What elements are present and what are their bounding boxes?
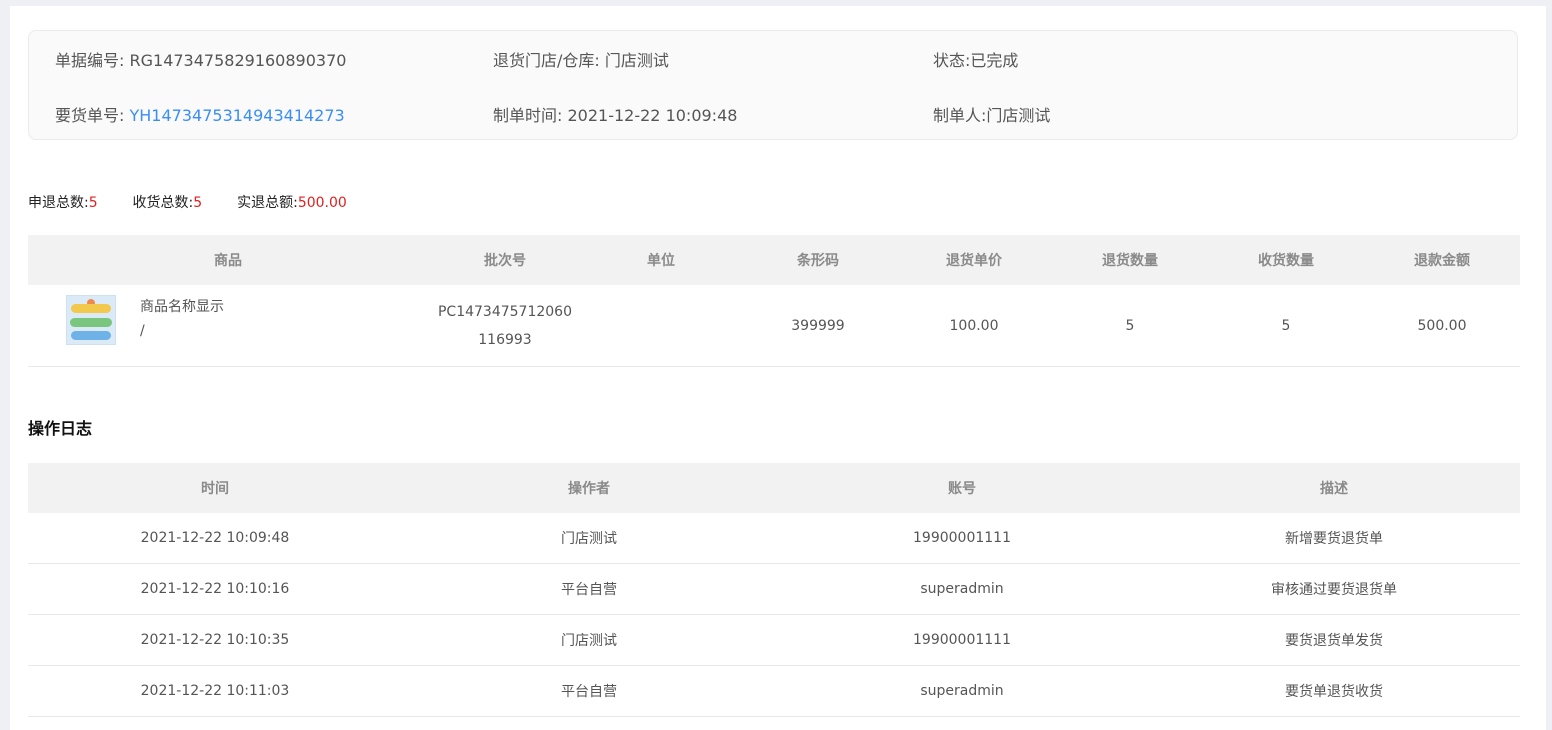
return-store: 退货门店/仓库: 门店测试: [493, 47, 669, 71]
refund-cell: 500.00: [1364, 285, 1520, 367]
log-description: 新增要货退货单: [1148, 513, 1520, 564]
totals-summary: 申退总数:5 收货总数:5 实退总额:500.00: [28, 192, 347, 212]
log-description: 要货单退货收货: [1148, 665, 1520, 717]
amount-total-label: 实退总额:: [237, 195, 298, 211]
apply-total-label: 申退总数:: [28, 195, 89, 211]
table-row: 2021-12-22 10:11:03 平台自营 superadmin 要货单退…: [28, 665, 1520, 717]
create-time-label: 制单时间:: [493, 106, 563, 125]
creator-value: 门店测试: [986, 106, 1051, 125]
table-row: 2021-12-22 10:10:16 平台自营 superadmin 审核通过…: [28, 563, 1520, 615]
product-spec: /: [140, 323, 145, 339]
price-cell: 100.00: [896, 285, 1052, 367]
log-operator: 门店测试: [402, 614, 776, 666]
doc-number: 单据编号: RG1473475829160890370: [55, 47, 346, 71]
batch-number-line1: PC1473475712060: [437, 303, 572, 320]
batch-cell: PC1473475712060 116993: [428, 285, 582, 367]
col-header-barcode: 条形码: [740, 235, 896, 285]
log-time: 2021-12-22 10:09:48: [28, 513, 402, 564]
table-row: 2021-12-22 10:10:35 门店测试 19900001111 要货退…: [28, 614, 1520, 666]
col-header-time: 时间: [28, 463, 402, 513]
log-operator: 门店测试: [402, 513, 776, 564]
creator-label: 制单人:: [933, 106, 987, 125]
log-account: 19900001111: [776, 513, 1148, 564]
unit-cell: [582, 285, 740, 367]
received-qty-cell: 5: [1208, 285, 1364, 367]
order-number-label: 要货单号:: [55, 106, 125, 125]
doc-number-value: RG1473475829160890370: [129, 51, 347, 70]
table-row: 商品名称显示 / PC1473475712060 116993 399999 1…: [28, 285, 1520, 367]
received-total-label: 收货总数:: [132, 195, 194, 211]
goods-table: 商品 批次号 单位 条形码 退货单价 退货数量 收货数量 退款金额 商品名称显示: [28, 235, 1520, 367]
barcode-cell: 399999: [740, 285, 896, 367]
creator: 制单人:门店测试: [933, 102, 1050, 126]
operation-log-title: 操作日志: [28, 419, 93, 438]
batch-number-line2: 116993: [478, 331, 532, 348]
amount-total-value: 500.00: [297, 195, 347, 211]
received-total-value: 5: [193, 195, 203, 211]
col-header-unit: 单位: [582, 235, 740, 285]
order-number: 要货单号: YH1473475314943414273: [55, 102, 345, 126]
log-time: 2021-12-22 10:10:35: [28, 614, 402, 666]
status-label: 状态:: [933, 51, 971, 70]
col-header-description: 描述: [1148, 463, 1520, 513]
col-header-price: 退货单价: [896, 235, 1052, 285]
return-store-value: 门店测试: [604, 51, 669, 70]
log-operator: 平台自营: [402, 563, 776, 615]
col-header-account: 账号: [776, 463, 1148, 513]
order-info-panel: 单据编号: RG1473475829160890370 退货门店/仓库: 门店测…: [28, 30, 1518, 140]
log-time: 2021-12-22 10:11:03: [28, 665, 402, 717]
apply-total-value: 5: [88, 195, 98, 211]
return-store-label: 退货门店/仓库:: [493, 51, 600, 70]
product-info: 商品名称显示 /: [140, 295, 224, 343]
log-table-header: 时间 操作者 账号 描述: [28, 463, 1520, 513]
log-account: superadmin: [776, 665, 1148, 717]
doc-number-label: 单据编号:: [55, 51, 125, 70]
status-value: 已完成: [970, 51, 1019, 70]
operation-log-table: 时间 操作者 账号 描述 2021-12-22 10:09:48 门店测试 19…: [28, 463, 1520, 717]
product-name: 商品名称显示: [140, 299, 224, 315]
return-detail-page: 单据编号: RG1473475829160890370 退货门店/仓库: 门店测…: [10, 6, 1546, 730]
order-number-link[interactable]: YH1473475314943414273: [130, 106, 345, 125]
col-header-goods: 商品: [28, 235, 428, 285]
goods-table-header: 商品 批次号 单位 条形码 退货单价 退货数量 收货数量 退款金额: [28, 235, 1520, 285]
create-time-value: 2021-12-22 10:09:48: [567, 106, 738, 125]
col-header-received-qty: 收货数量: [1208, 235, 1364, 285]
log-account: superadmin: [776, 563, 1148, 615]
log-operator: 平台自营: [402, 665, 776, 717]
table-row: 2021-12-22 10:09:48 门店测试 19900001111 新增要…: [28, 513, 1520, 564]
status: 状态:已完成: [933, 47, 1018, 71]
goods-cell: 商品名称显示 /: [28, 285, 428, 367]
col-header-return-qty: 退货数量: [1052, 235, 1208, 285]
log-time: 2021-12-22 10:10:16: [28, 563, 402, 615]
log-description: 要货退货单发货: [1148, 614, 1520, 666]
product-image: [66, 295, 116, 345]
log-description: 审核通过要货退货单: [1148, 563, 1520, 615]
create-time: 制单时间: 2021-12-22 10:09:48: [493, 102, 737, 126]
col-header-refund: 退款金额: [1364, 235, 1520, 285]
return-qty-cell: 5: [1052, 285, 1208, 367]
log-account: 19900001111: [776, 614, 1148, 666]
col-header-operator: 操作者: [402, 463, 776, 513]
col-header-batch: 批次号: [428, 235, 582, 285]
